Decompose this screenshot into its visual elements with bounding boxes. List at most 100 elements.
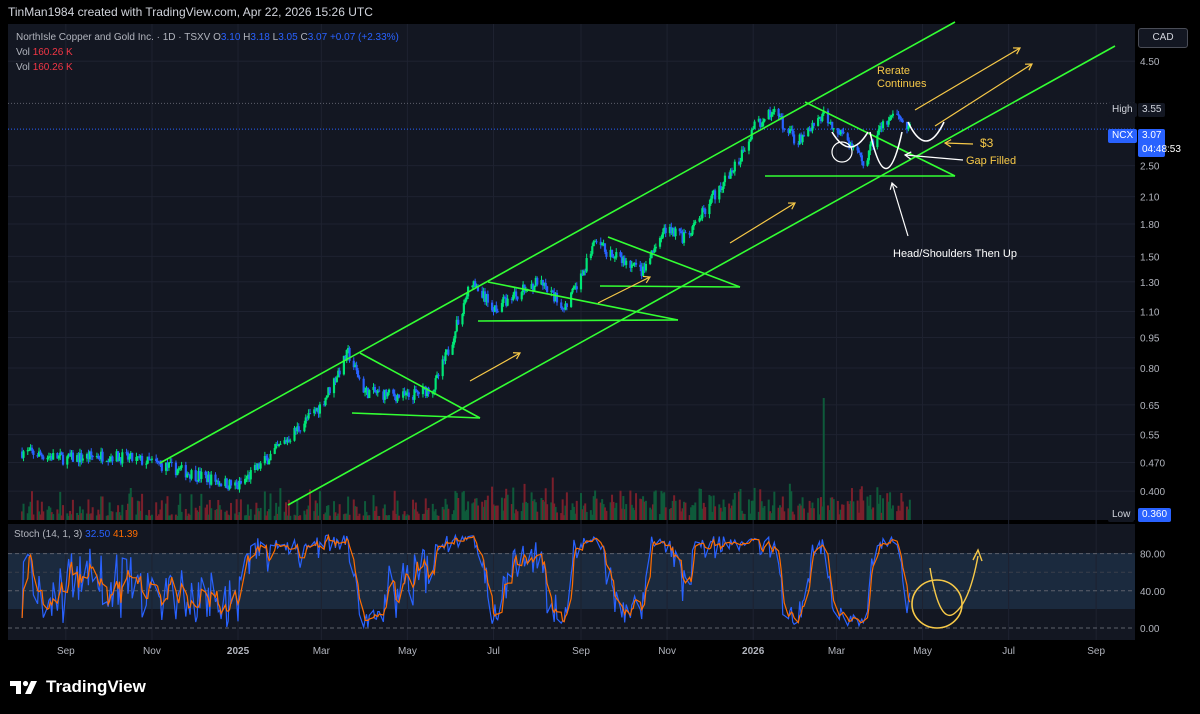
volume-bar: [753, 487, 756, 520]
symbol-legend: NorthIsle Copper and Gold Inc. · 1D · TS…: [16, 30, 399, 75]
candle-body: [836, 128, 839, 134]
volume-bar: [674, 500, 677, 520]
volume-bar: [901, 501, 904, 520]
candle-body: [711, 193, 714, 199]
candle-body: [512, 294, 515, 300]
currency-button[interactable]: CAD: [1138, 28, 1188, 48]
candle-body: [335, 377, 338, 382]
candle-body: [167, 462, 170, 468]
candle-body: [457, 319, 460, 325]
stoch-y-tick-label: 0.00: [1140, 624, 1160, 635]
y-tick-label: 0.55: [1140, 431, 1160, 442]
candle-body: [269, 453, 272, 461]
volume-bar: [516, 511, 519, 520]
candle-body: [121, 452, 124, 464]
candle-body: [52, 453, 55, 460]
volume-bar: [743, 513, 746, 520]
volume-bar: [190, 494, 193, 520]
candle-body: [777, 108, 780, 117]
y-tick-label: 1.80: [1140, 220, 1160, 231]
volume-bar: [773, 491, 776, 520]
low-value-tag: 0.360: [1138, 508, 1172, 522]
high-value-tag: 3.55: [1138, 103, 1166, 117]
candle-body: [613, 257, 616, 259]
candle-body: [760, 126, 763, 128]
candle-body: [220, 483, 223, 487]
candle-body: [28, 450, 31, 452]
candle-body: [644, 263, 648, 271]
candle-body: [732, 171, 735, 173]
volume-bar: [328, 515, 331, 520]
volume-line-2[interactable]: Vol 160.26 K: [16, 60, 399, 75]
volume-bar: [832, 499, 835, 520]
candle-body: [571, 288, 574, 293]
candle-body: [66, 456, 69, 465]
candle-body: [753, 121, 756, 129]
candle-body: [625, 260, 628, 265]
chart-canvas[interactable]: Sep Nov 2025 Mar May Jul Sep Nov 2026 Mar May Jul Se…: [0, 0, 1200, 714]
volume-bar: [595, 498, 598, 520]
tradingview-logo[interactable]: TradingView: [10, 677, 146, 697]
price-pane[interactable]: [8, 24, 1135, 520]
candle-body: [520, 292, 523, 300]
volume-bar: [733, 492, 736, 520]
volume-bar: [259, 507, 262, 520]
x-tick-label: Nov: [143, 646, 161, 657]
candle-body: [249, 470, 252, 480]
candle-body: [416, 390, 419, 393]
volume-bar: [131, 497, 134, 520]
volume-bar: [908, 499, 911, 520]
triangle-3-lower[interactable]: [599, 285, 741, 288]
candle-body: [723, 175, 727, 183]
volume-line-1[interactable]: Vol 160.26 K: [16, 45, 399, 60]
x-tick-label: May: [913, 646, 932, 657]
x-tick-label: Sep: [57, 646, 75, 657]
candle-body: [413, 389, 416, 400]
candle-body: [355, 364, 358, 371]
triangle-2-lower[interactable]: [477, 319, 679, 322]
volume-bar: [496, 505, 499, 520]
candle-body: [404, 393, 408, 396]
candle-body: [771, 112, 775, 115]
candle-body: [447, 349, 450, 355]
x-tick-label: 2025: [227, 646, 250, 657]
volume-bar: [150, 514, 153, 520]
volume-bar: [872, 507, 875, 520]
candle-body: [619, 252, 622, 257]
candle-body: [407, 392, 410, 398]
candle-body: [536, 277, 539, 285]
volume-bar: [397, 515, 400, 520]
candle-body: [273, 448, 276, 454]
candle-body: [495, 305, 498, 312]
volume-bar: [289, 515, 292, 520]
candle-body: [451, 344, 454, 355]
candle-body: [414, 389, 417, 391]
volume-bar: [506, 494, 509, 520]
candle-body: [551, 290, 554, 293]
annotation-head-shoulders: Head/Shoulders Then Up: [893, 248, 1017, 260]
candle-body: [632, 264, 635, 266]
candle-body: [691, 226, 694, 235]
candle-body: [658, 237, 662, 247]
candle-body: [32, 450, 35, 455]
volume-bar: [170, 514, 173, 520]
candle-body: [61, 454, 65, 465]
candle-body: [709, 198, 712, 205]
volume-bar: [318, 490, 321, 520]
low-label-tag: Low: [1108, 508, 1135, 522]
candle-body: [808, 128, 811, 130]
candle-body: [363, 390, 367, 393]
candle-body: [22, 451, 25, 458]
candle-body: [303, 423, 306, 432]
symbol-name[interactable]: NorthIsle Copper and Gold Inc. · 1D · TS…: [16, 32, 210, 43]
volume-bar: [862, 500, 865, 520]
tradingview-logo-text: TradingView: [46, 677, 146, 696]
candle-body: [682, 232, 686, 243]
volume-bar: [714, 506, 717, 520]
candle-body: [900, 118, 903, 121]
volume-bar: [526, 503, 529, 520]
stoch-legend[interactable]: Stoch (14, 1, 3) 32.50 41.39: [14, 529, 138, 540]
candle-body: [749, 139, 752, 142]
ohlc-line: NorthIsle Copper and Gold Inc. · 1D · TS…: [16, 32, 399, 43]
volume-bar: [615, 502, 618, 520]
